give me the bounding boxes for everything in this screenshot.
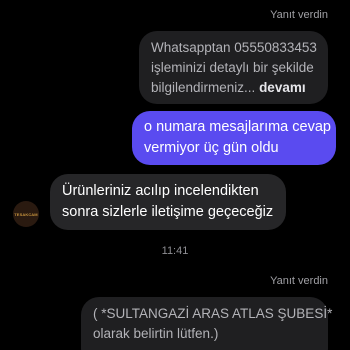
sender-avatar[interactable]: TESAKCAM <box>13 201 39 227</box>
reply-indicator: Yanıt verdin <box>270 9 328 21</box>
received-message-line: sonra sizlerle iletişime geçeceğiz <box>62 204 274 220</box>
quoted-text-line: işleminizi detaylı bir şekilde <box>151 60 314 75</box>
received-message-bubble[interactable]: Ürünleriniz acılıp incelendikten sonra s… <box>50 174 286 230</box>
sent-message-line: vermiyor üç gün oldu <box>144 140 279 156</box>
quoted-message-bubble[interactable]: Whatsapptan 05550833453 işleminizi detay… <box>139 31 328 104</box>
chat-screen: Yanıt verdin Whatsapptan 05550833453 işl… <box>0 0 350 350</box>
received-message-line: Ürünleriniz acılıp incelendikten <box>62 183 259 199</box>
quoted-text-line: ( *SULTANGAZİ ARAS ATLAS ŞUBESİ* <box>93 306 333 321</box>
show-more-link[interactable]: devamı <box>259 80 306 95</box>
message-timestamp: 11:41 <box>161 245 189 257</box>
avatar-logo-text: TESAKCAM <box>14 211 38 217</box>
quoted-text-line: Whatsapptan 05550833453 <box>151 40 317 55</box>
reply-indicator: Yanıt verdin <box>270 275 328 287</box>
quoted-message-bubble[interactable]: ( *SULTANGAZİ ARAS ATLAS ŞUBESİ* olarak … <box>81 297 333 350</box>
quoted-text-line: bilgilendirmeniz... devamı <box>151 78 318 98</box>
sent-message-line: o numara mesajlarıma cevap <box>144 119 331 135</box>
sent-message-bubble[interactable]: o numara mesajlarıma cevap vermiyor üç g… <box>132 111 336 165</box>
quoted-text-truncated: bilgilendirmeniz... <box>151 80 256 95</box>
quoted-text-line: olarak belirtin lütfen.) <box>93 326 219 341</box>
